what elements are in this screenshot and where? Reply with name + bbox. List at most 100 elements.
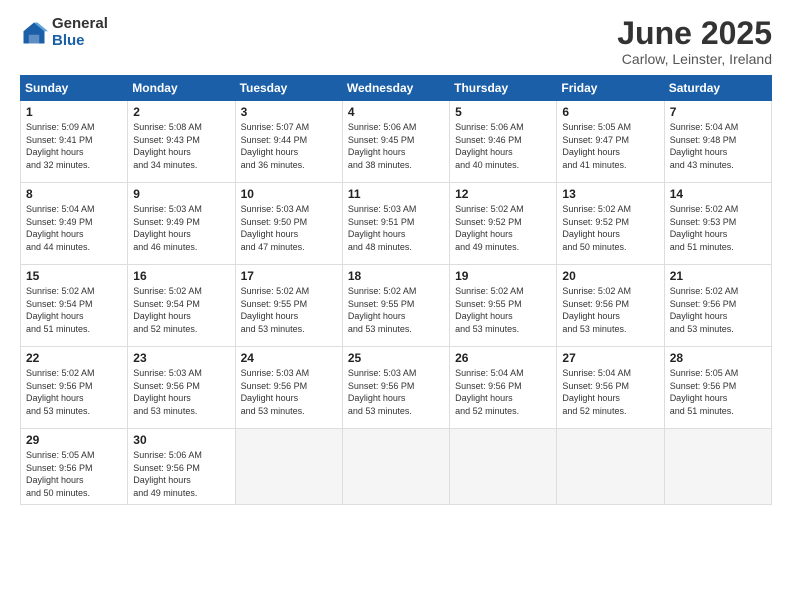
day-cell: 13 Sunrise: 5:02 AM Sunset: 9:52 PM Dayl… [557,183,664,265]
logo-blue-text: Blue [52,33,108,50]
calendar-table: Sunday Monday Tuesday Wednesday Thursday… [20,75,772,504]
day-info: Sunrise: 5:03 AM Sunset: 9:56 PM Dayligh… [348,367,444,417]
day-info: Sunrise: 5:02 AM Sunset: 9:53 PM Dayligh… [670,203,766,253]
day-cell: 30 Sunrise: 5:06 AM Sunset: 9:56 PM Dayl… [128,429,235,504]
day-number: 17 [241,269,337,283]
day-number: 16 [133,269,229,283]
calendar-row: 8 Sunrise: 5:04 AM Sunset: 9:49 PM Dayli… [21,183,772,265]
calendar-header-row: Sunday Monday Tuesday Wednesday Thursday… [21,76,772,101]
day-cell: 27 Sunrise: 5:04 AM Sunset: 9:56 PM Dayl… [557,347,664,429]
day-number: 26 [455,351,551,365]
day-number: 25 [348,351,444,365]
day-info: Sunrise: 5:06 AM Sunset: 9:45 PM Dayligh… [348,121,444,171]
day-cell: 8 Sunrise: 5:04 AM Sunset: 9:49 PM Dayli… [21,183,128,265]
empty-cell [664,429,771,504]
logo-icon [20,19,48,47]
day-number: 1 [26,105,122,119]
day-cell: 11 Sunrise: 5:03 AM Sunset: 9:51 PM Dayl… [342,183,449,265]
day-cell: 24 Sunrise: 5:03 AM Sunset: 9:56 PM Dayl… [235,347,342,429]
day-number: 8 [26,187,122,201]
page: General Blue June 2025 Carlow, Leinster,… [0,0,792,612]
day-number: 2 [133,105,229,119]
day-number: 30 [133,433,229,447]
empty-cell [557,429,664,504]
day-cell: 6 Sunrise: 5:05 AM Sunset: 9:47 PM Dayli… [557,101,664,183]
day-cell: 4 Sunrise: 5:06 AM Sunset: 9:45 PM Dayli… [342,101,449,183]
day-info: Sunrise: 5:02 AM Sunset: 9:52 PM Dayligh… [562,203,658,253]
day-info: Sunrise: 5:06 AM Sunset: 9:46 PM Dayligh… [455,121,551,171]
day-info: Sunrise: 5:05 AM Sunset: 9:56 PM Dayligh… [26,449,122,499]
header: General Blue June 2025 Carlow, Leinster,… [20,16,772,67]
day-info: Sunrise: 5:02 AM Sunset: 9:54 PM Dayligh… [133,285,229,335]
day-cell: 5 Sunrise: 5:06 AM Sunset: 9:46 PM Dayli… [450,101,557,183]
empty-cell [235,429,342,504]
day-info: Sunrise: 5:02 AM Sunset: 9:55 PM Dayligh… [348,285,444,335]
day-number: 5 [455,105,551,119]
day-number: 6 [562,105,658,119]
day-number: 14 [670,187,766,201]
title-block: June 2025 Carlow, Leinster, Ireland [617,16,772,67]
col-thursday: Thursday [450,76,557,101]
calendar-row: 15 Sunrise: 5:02 AM Sunset: 9:54 PM Dayl… [21,265,772,347]
day-number: 7 [670,105,766,119]
day-cell: 29 Sunrise: 5:05 AM Sunset: 9:56 PM Dayl… [21,429,128,504]
day-info: Sunrise: 5:02 AM Sunset: 9:56 PM Dayligh… [670,285,766,335]
day-number: 28 [670,351,766,365]
day-cell: 14 Sunrise: 5:02 AM Sunset: 9:53 PM Dayl… [664,183,771,265]
day-cell: 22 Sunrise: 5:02 AM Sunset: 9:56 PM Dayl… [21,347,128,429]
day-cell: 2 Sunrise: 5:08 AM Sunset: 9:43 PM Dayli… [128,101,235,183]
day-number: 4 [348,105,444,119]
day-info: Sunrise: 5:02 AM Sunset: 9:52 PM Dayligh… [455,203,551,253]
day-info: Sunrise: 5:02 AM Sunset: 9:55 PM Dayligh… [241,285,337,335]
day-number: 3 [241,105,337,119]
day-info: Sunrise: 5:05 AM Sunset: 9:56 PM Dayligh… [670,367,766,417]
day-info: Sunrise: 5:03 AM Sunset: 9:56 PM Dayligh… [133,367,229,417]
day-number: 12 [455,187,551,201]
day-number: 29 [26,433,122,447]
day-info: Sunrise: 5:02 AM Sunset: 9:55 PM Dayligh… [455,285,551,335]
day-number: 21 [670,269,766,283]
calendar-subtitle: Carlow, Leinster, Ireland [617,51,772,67]
day-cell: 26 Sunrise: 5:04 AM Sunset: 9:56 PM Dayl… [450,347,557,429]
day-cell: 3 Sunrise: 5:07 AM Sunset: 9:44 PM Dayli… [235,101,342,183]
day-cell: 10 Sunrise: 5:03 AM Sunset: 9:50 PM Dayl… [235,183,342,265]
day-info: Sunrise: 5:03 AM Sunset: 9:49 PM Dayligh… [133,203,229,253]
day-info: Sunrise: 5:04 AM Sunset: 9:56 PM Dayligh… [562,367,658,417]
day-cell: 18 Sunrise: 5:02 AM Sunset: 9:55 PM Dayl… [342,265,449,347]
day-cell: 7 Sunrise: 5:04 AM Sunset: 9:48 PM Dayli… [664,101,771,183]
empty-cell [450,429,557,504]
day-cell: 9 Sunrise: 5:03 AM Sunset: 9:49 PM Dayli… [128,183,235,265]
day-info: Sunrise: 5:04 AM Sunset: 9:48 PM Dayligh… [670,121,766,171]
day-info: Sunrise: 5:04 AM Sunset: 9:49 PM Dayligh… [26,203,122,253]
day-info: Sunrise: 5:06 AM Sunset: 9:56 PM Dayligh… [133,449,229,499]
day-info: Sunrise: 5:04 AM Sunset: 9:56 PM Dayligh… [455,367,551,417]
day-number: 15 [26,269,122,283]
day-cell: 12 Sunrise: 5:02 AM Sunset: 9:52 PM Dayl… [450,183,557,265]
calendar-row: 22 Sunrise: 5:02 AM Sunset: 9:56 PM Dayl… [21,347,772,429]
col-wednesday: Wednesday [342,76,449,101]
day-number: 11 [348,187,444,201]
day-number: 19 [455,269,551,283]
col-saturday: Saturday [664,76,771,101]
day-cell: 19 Sunrise: 5:02 AM Sunset: 9:55 PM Dayl… [450,265,557,347]
day-info: Sunrise: 5:09 AMSunset: 9:41 PMDaylight … [26,121,122,171]
day-cell: 28 Sunrise: 5:05 AM Sunset: 9:56 PM Dayl… [664,347,771,429]
day-info: Sunrise: 5:05 AM Sunset: 9:47 PM Dayligh… [562,121,658,171]
day-number: 10 [241,187,337,201]
logo-text: General Blue [52,16,108,49]
day-number: 22 [26,351,122,365]
day-cell: 16 Sunrise: 5:02 AM Sunset: 9:54 PM Dayl… [128,265,235,347]
day-info: Sunrise: 5:02 AM Sunset: 9:56 PM Dayligh… [562,285,658,335]
day-number: 27 [562,351,658,365]
col-sunday: Sunday [21,76,128,101]
day-info: Sunrise: 5:03 AM Sunset: 9:51 PM Dayligh… [348,203,444,253]
day-cell: 21 Sunrise: 5:02 AM Sunset: 9:56 PM Dayl… [664,265,771,347]
day-number: 9 [133,187,229,201]
col-monday: Monday [128,76,235,101]
day-number: 23 [133,351,229,365]
empty-cell [342,429,449,504]
day-cell: 25 Sunrise: 5:03 AM Sunset: 9:56 PM Dayl… [342,347,449,429]
day-number: 18 [348,269,444,283]
day-number: 24 [241,351,337,365]
day-cell: 1 Sunrise: 5:09 AMSunset: 9:41 PMDayligh… [21,101,128,183]
